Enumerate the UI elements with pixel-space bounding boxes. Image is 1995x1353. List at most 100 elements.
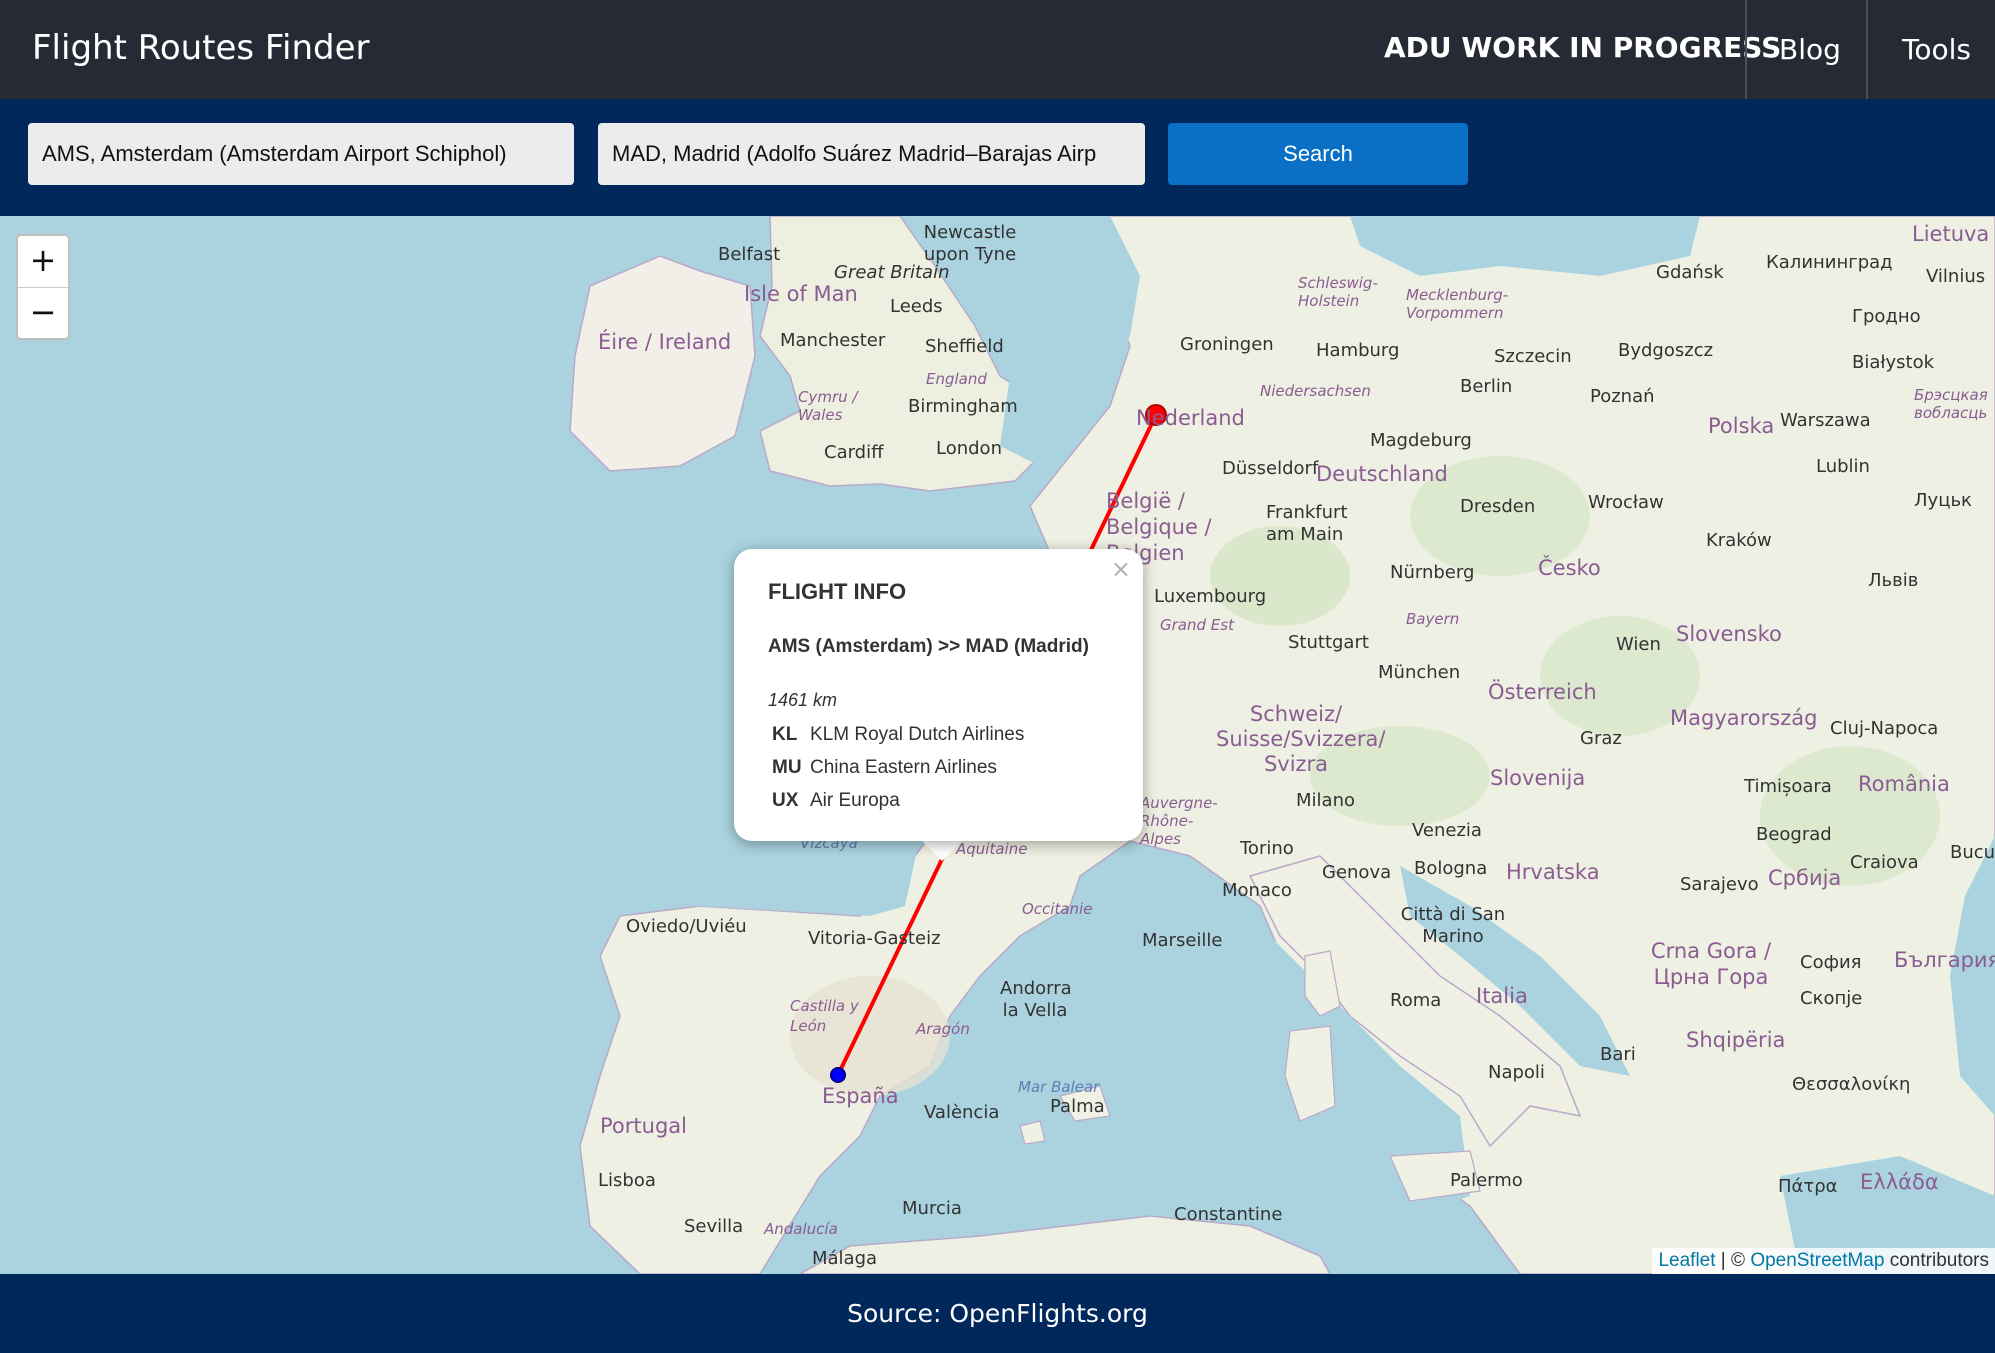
close-icon[interactable]: ×: [1111, 555, 1131, 583]
nav-link-adu-work-in-progress[interactable]: ADU WORK IN PROGRESS: [1384, 31, 1781, 64]
map-label: Andalucía: [764, 1220, 838, 1238]
map-label: Cardiff: [824, 442, 884, 463]
destination-marker[interactable]: [830, 1067, 846, 1083]
map-label: Sarajevo: [1680, 874, 1759, 895]
map-label: Wrocław: [1588, 492, 1664, 513]
airline-row: KL KLM Royal Dutch Airlines: [772, 724, 1024, 746]
popup-distance: 1461 km: [768, 690, 838, 710]
origin-airport-input[interactable]: AMS, Amsterdam (Amsterdam Airport Schiph…: [28, 123, 574, 185]
map-label: Monaco: [1222, 880, 1292, 901]
map-label: Great Britain: [834, 262, 950, 283]
map-label: Palma: [1050, 1096, 1105, 1117]
map-label: Скопје: [1800, 988, 1863, 1009]
map-label: Lietuva: [1912, 222, 1990, 246]
map-label: България: [1894, 948, 1995, 972]
map-label: Roma: [1390, 990, 1442, 1011]
map-label: Vitoria-Gasteiz: [808, 928, 941, 949]
map-label: Львів: [1868, 570, 1919, 591]
airline-row: MU China Eastern Airlines: [772, 757, 997, 779]
map-label: Éire / Ireland: [598, 330, 732, 354]
airline-name: KLM Royal Dutch Airlines: [810, 724, 1025, 745]
map-label: Italia: [1476, 984, 1528, 1008]
map-label: Niedersachsen: [1260, 382, 1371, 400]
map-label: Belfast: [718, 244, 781, 265]
map-label: Bucure: [1950, 842, 1995, 863]
map-label: Stuttgart: [1288, 632, 1369, 653]
map-label: Česko: [1538, 556, 1601, 580]
map-label: Craiova: [1850, 852, 1919, 873]
map-label: Sheffield: [925, 336, 1004, 357]
airline-code: KL: [772, 724, 798, 745]
map-label: Србија: [1768, 866, 1842, 890]
map-label: Graz: [1580, 728, 1622, 749]
footer-source[interactable]: Source: OpenFlights.org: [847, 1299, 1148, 1328]
map-label: London: [936, 438, 1002, 459]
map-label: Nederland: [1136, 406, 1245, 430]
openstreetmap-link[interactable]: OpenStreetMap: [1750, 1250, 1884, 1271]
airline-row: UX Air Europa: [772, 790, 900, 812]
zoom-control: + −: [16, 234, 70, 340]
map-label: Marseille: [1142, 930, 1223, 951]
map-label: Magdeburg: [1370, 430, 1472, 451]
attribution-suffix: contributors: [1884, 1250, 1989, 1271]
map-label: Cluj-Napoca: [1830, 718, 1939, 739]
nav-link-blog[interactable]: Blog: [1779, 33, 1841, 66]
map-label: Калининград: [1766, 252, 1893, 273]
map-label: València: [924, 1102, 1000, 1123]
map-label: España: [822, 1084, 899, 1108]
map-label: Città di San Marino: [1400, 904, 1506, 947]
map-label: Slovensko: [1676, 622, 1782, 646]
nav-link-tools[interactable]: Tools: [1902, 33, 1971, 66]
brand-title[interactable]: Flight Routes Finder: [32, 28, 370, 68]
map-label: Kraków: [1706, 530, 1772, 551]
map-label: Milano: [1296, 790, 1355, 811]
map-label: Брэсцкая вобласць: [1914, 386, 1988, 422]
map-label: München: [1378, 662, 1461, 683]
map-label: Aragón: [916, 1020, 970, 1038]
map-label: Isle of Man: [744, 282, 858, 306]
map-label: София: [1800, 952, 1862, 973]
map-label: Nürnberg: [1390, 562, 1475, 583]
map-label: Schweiz/ Suisse/Svizzera/ Svizra: [1216, 702, 1386, 776]
map-label: Bydgoszcz: [1618, 340, 1714, 361]
map-label: England: [926, 370, 987, 388]
destination-airport-input[interactable]: MAD, Madrid (Adolfo Suárez Madrid–Baraja…: [598, 123, 1145, 185]
nav-divider: [1745, 0, 1747, 99]
map-label: Palermo: [1450, 1170, 1523, 1191]
map-label: Leeds: [890, 296, 943, 317]
search-button[interactable]: Search: [1168, 123, 1468, 185]
zoom-in-button[interactable]: +: [18, 236, 68, 286]
footer: Source: OpenFlights.org: [0, 1274, 1995, 1353]
map-label: Oviedo/Uviéu: [626, 916, 747, 937]
map-attribution: Leaflet | © OpenStreetMap contributors: [1652, 1248, 1995, 1274]
map-label: Hrvatska: [1506, 860, 1600, 884]
leaflet-link[interactable]: Leaflet: [1658, 1250, 1715, 1271]
airline-code: MU: [772, 757, 802, 778]
map-label: Groningen: [1180, 334, 1274, 355]
map-label: Lisboa: [598, 1170, 656, 1191]
zoom-out-button[interactable]: −: [18, 288, 68, 338]
map-label: Dresden: [1460, 496, 1536, 517]
route-map[interactable]: Belfast Newcastle upon Tyne Great Britai…: [0, 216, 1995, 1274]
map-label: Shqipëria: [1686, 1028, 1786, 1052]
map-label: Poznań: [1590, 386, 1655, 407]
map-label: Venezia: [1412, 820, 1482, 841]
map-label: Hamburg: [1316, 340, 1400, 361]
map-label: Beograd: [1756, 824, 1832, 845]
popup-tip: [920, 839, 964, 861]
map-label: Mar Balear: [1018, 1078, 1100, 1096]
map-label: Θεσσαλονίκη: [1792, 1074, 1911, 1095]
map-label: Vilnius: [1926, 266, 1986, 287]
map-label: Gdańsk: [1656, 262, 1724, 283]
map-label: Birmingham: [908, 396, 1018, 417]
map-label: Πάτρα: [1778, 1176, 1838, 1197]
map-label: Frankfurt am Main: [1266, 502, 1348, 545]
airline-name: Air Europa: [810, 790, 900, 811]
attribution-separator: | ©: [1715, 1250, 1751, 1271]
map-label: Málaga: [812, 1248, 878, 1269]
map-label: Warszawa: [1780, 410, 1871, 431]
map-label: Murcia: [902, 1198, 962, 1219]
map-label: Schleswig-Holstein: [1298, 274, 1378, 310]
map-label: Luxembourg: [1154, 586, 1267, 607]
map-label: Aquitaine: [956, 840, 1028, 858]
